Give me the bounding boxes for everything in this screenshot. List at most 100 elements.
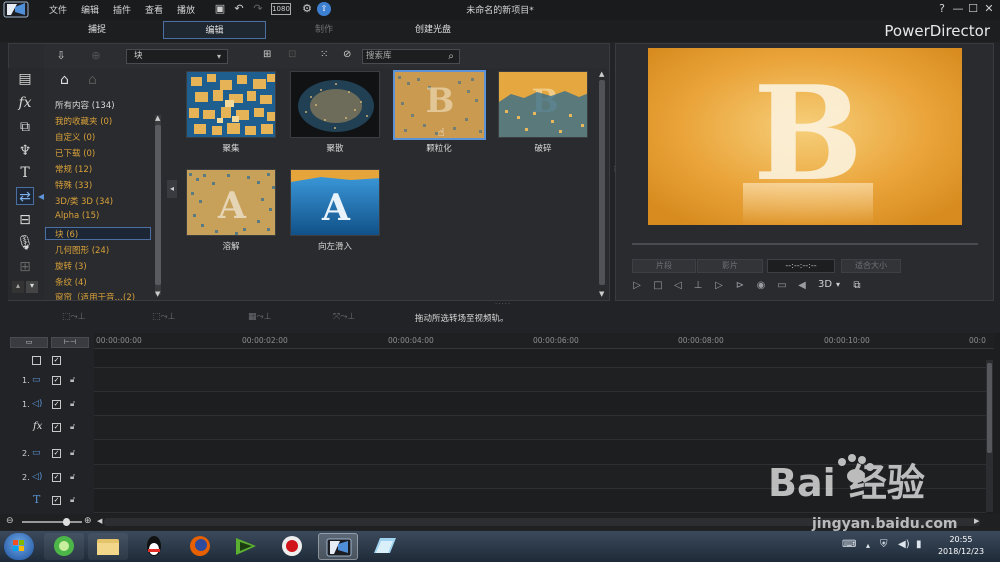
taskbar-camtasia-icon[interactable] (226, 533, 266, 560)
timeline-track-effect[interactable] (94, 416, 986, 440)
taskbar-firefox-icon[interactable] (180, 533, 220, 560)
3d-mode-button[interactable]: 3D (818, 279, 832, 290)
next-frame-icon[interactable]: ▷ (712, 280, 726, 292)
category-item[interactable]: 所有内容 (134) (55, 99, 115, 111)
transition-thumbnail[interactable]: A (290, 169, 380, 236)
snapshot-camera-icon[interactable]: ◉ (754, 280, 768, 292)
track-enable-checkbox[interactable]: ✓ (52, 473, 61, 482)
add-to-timeline-icon[interactable]: ⊞ (263, 49, 277, 63)
scroll-down-icon[interactable]: ▾ (26, 281, 38, 293)
voiceover-room-icon[interactable]: 🎙 (16, 234, 34, 252)
lock-icon[interactable]: 🔓︎ (70, 448, 75, 458)
category-scrollbar-thumb[interactable] (155, 125, 161, 285)
menu-play[interactable]: 播放 (177, 3, 195, 16)
category-item[interactable]: 3D/类 3D (34) (55, 195, 113, 207)
zoom-out-icon[interactable]: ⊖ (6, 516, 14, 526)
taskbar-app-360-icon[interactable] (44, 533, 84, 560)
category-item[interactable]: 已下载 (0) (55, 147, 95, 159)
taskbar-powerdirector-icon[interactable] (318, 533, 358, 560)
zoom-in-icon[interactable]: ⊕ (84, 516, 92, 526)
category-item-selected[interactable]: 块 (6) (55, 228, 78, 240)
save-icon[interactable]: ▣ (213, 2, 227, 16)
minimize-button[interactable]: — (951, 2, 965, 16)
help-button[interactable]: ? (935, 2, 949, 16)
track-enable-checkbox[interactable]: ✓ (52, 376, 61, 385)
search-icon[interactable]: ⌕ (444, 49, 458, 64)
lock-icon[interactable]: 🔓︎ (70, 472, 75, 482)
tray-security-icon[interactable]: ⛨ (880, 539, 888, 550)
add-favorite-tag-icon[interactable]: ⌂ (60, 72, 69, 88)
master-checkbox[interactable]: ✓ (52, 356, 61, 365)
preview-seek-bar[interactable] (632, 243, 978, 245)
category-item[interactable]: 窗帘（适用于音…(2) (55, 291, 135, 300)
maximize-button[interactable]: ☐ (966, 2, 980, 16)
lock-icon[interactable]: 🔓︎ (70, 422, 75, 432)
collapse-panel-icon[interactable]: ◂ (167, 180, 177, 198)
timeline-vertical-scrollbar-thumb[interactable] (987, 363, 992, 453)
add-item-icon[interactable]: ⊡ (288, 49, 302, 63)
chapter-room-icon[interactable]: ⊞ (16, 258, 34, 276)
import-media-icon[interactable]: ⇩ (53, 49, 69, 63)
library-scrollbar-thumb[interactable] (599, 80, 605, 285)
lock-icon[interactable]: 🔓︎ (70, 399, 75, 409)
timecode-field[interactable]: --:--:--:-- (767, 259, 835, 273)
scroll-up-icon[interactable]: ▴ (12, 281, 24, 293)
scroll-down-arrow-icon[interactable]: ▼ (155, 290, 160, 298)
system-clock[interactable]: 20:55 2018/12/23 (930, 534, 992, 558)
start-button[interactable] (4, 533, 34, 560)
transition-thumbnail[interactable]: A (186, 169, 276, 236)
fit-size-select[interactable]: 适合大小 (841, 259, 901, 273)
taskbar-qq-icon[interactable] (134, 533, 174, 560)
fast-forward-icon[interactable]: ⊳ (733, 280, 747, 292)
preview-window[interactable]: B (648, 48, 962, 225)
undock-preview-icon[interactable]: ⧉ (850, 280, 864, 292)
crossfade-transition-icon[interactable]: ▦⤳⊥ (248, 312, 272, 324)
movie-mode-button[interactable]: 影片 (697, 259, 763, 273)
track-enable-checkbox[interactable]: ✓ (52, 449, 61, 458)
settings-gear-icon[interactable]: ⚙ (300, 2, 314, 16)
timeline-track[interactable] (94, 351, 986, 368)
taskbar-recorder-icon[interactable] (272, 533, 312, 560)
track-enable-checkbox[interactable]: ✓ (52, 423, 61, 432)
tray-keyboard-icon[interactable]: ⌨ (842, 539, 856, 550)
timeline-view-button[interactable]: ▭ (10, 337, 48, 348)
menu-file[interactable]: 文件 (49, 3, 67, 16)
category-item[interactable]: Alpha (15) (55, 211, 99, 221)
media-room-icon[interactable]: ▤ (16, 70, 34, 88)
track-enable-checkbox[interactable]: ✓ (52, 496, 61, 505)
volume-icon[interactable]: ◀ (795, 280, 809, 292)
subtitles-icon[interactable]: ▭ (775, 280, 789, 292)
zoom-slider[interactable] (22, 521, 82, 523)
category-item[interactable]: 常规 (12) (55, 163, 92, 175)
redo-icon[interactable]: ↷ (251, 2, 265, 16)
add-transition-icon[interactable]: ⬚⤳⊥ (62, 312, 86, 324)
scroll-left-arrow-icon[interactable]: ◀ (97, 517, 102, 525)
menu-view[interactable]: 查看 (145, 3, 163, 16)
tray-expand-icon[interactable]: ▴ (866, 541, 870, 550)
lock-icon[interactable]: 🔓︎ (70, 495, 75, 505)
tray-network-icon[interactable]: ▮ (916, 539, 922, 550)
split-icon[interactable]: ⊥ (691, 280, 705, 292)
fit-timeline-button[interactable]: ⊢⊣ (51, 337, 89, 348)
previous-frame-icon[interactable]: ◁ (671, 280, 685, 292)
remove-tag-icon[interactable]: ⌂ (88, 72, 97, 88)
timeline-track-audio-1[interactable] (94, 392, 986, 416)
scroll-down-arrow-icon[interactable]: ▼ (599, 290, 604, 298)
tab-edit[interactable]: 编辑 (163, 21, 266, 39)
taskbar-file-explorer-icon[interactable] (88, 533, 128, 560)
transition-thumbnail[interactable] (186, 71, 276, 138)
upgrade-icon[interactable]: ⇧ (317, 2, 331, 16)
category-item[interactable]: 几何图形 (24) (55, 244, 109, 256)
overlap-transition-icon[interactable]: ⤧⤳⊥ (333, 312, 355, 324)
category-item[interactable]: 自定义 (0) (55, 131, 95, 143)
category-item[interactable]: 特殊 (33) (55, 179, 92, 191)
master-visibility-box[interactable] (32, 356, 41, 365)
particle-room-icon[interactable]: ♆ (16, 142, 34, 160)
menu-plugins[interactable]: 插件 (113, 3, 131, 16)
taskbar-notepad-icon[interactable] (364, 533, 404, 560)
scroll-up-arrow-icon[interactable]: ▲ (599, 70, 604, 78)
zoom-slider-handle[interactable] (63, 518, 70, 526)
category-item[interactable]: 旋转 (3) (55, 260, 87, 272)
timeline-track-video-1[interactable] (94, 368, 986, 392)
free-template-icon[interactable]: ⊘ (343, 49, 357, 63)
